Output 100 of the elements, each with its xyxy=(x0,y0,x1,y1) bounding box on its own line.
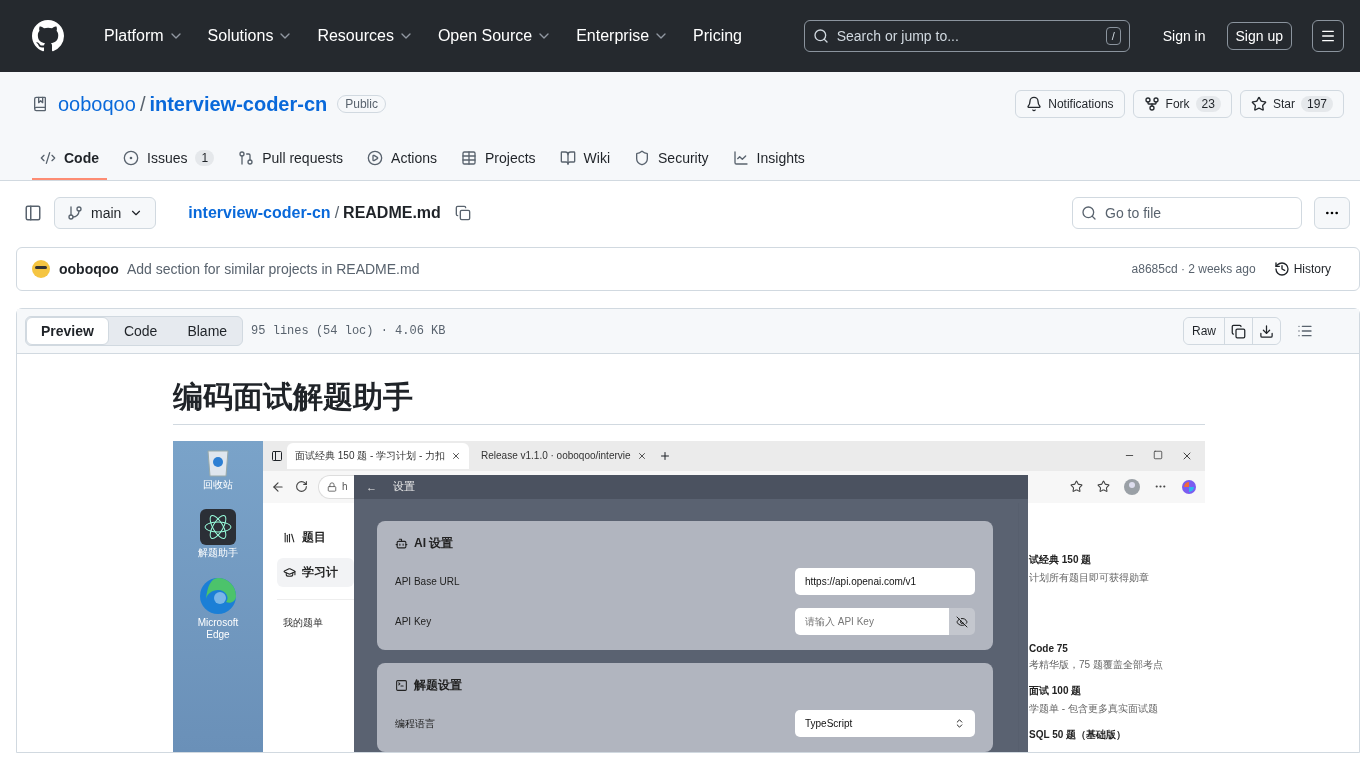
commit-message[interactable]: Add section for similar projects in README.md xyxy=(126,261,420,277)
side-panel-icon[interactable] xyxy=(24,204,42,222)
plan-title[interactable]: Code 75 xyxy=(1029,642,1205,654)
fork-icon xyxy=(1143,96,1160,112)
browser-tab[interactable]: Release v1.1.0 · ooboqoo/intervie xyxy=(473,442,655,469)
favorites-icon[interactable] xyxy=(1097,480,1110,493)
copy-icon xyxy=(1231,323,1246,339)
view-mode-tab[interactable]: Blame xyxy=(172,317,243,345)
search-icon xyxy=(1081,205,1097,221)
repo-tab[interactable]: Projects xyxy=(453,137,544,180)
sign-up-button[interactable]: Sign up xyxy=(1226,22,1292,50)
new-tab-icon[interactable] xyxy=(658,449,671,462)
close-icon[interactable] xyxy=(451,450,461,461)
avatar-icon xyxy=(31,259,51,279)
chevrons-icon xyxy=(954,718,965,729)
sign-in-link[interactable]: Sign in xyxy=(1153,22,1215,50)
copy-icon[interactable] xyxy=(454,205,471,221)
play-icon xyxy=(367,149,384,166)
download-icon xyxy=(1259,323,1274,339)
plan-description: 计划所有题目即可获得勋章 xyxy=(1029,570,1150,585)
select-field[interactable]: TypeScript xyxy=(795,710,975,737)
github-logo[interactable] xyxy=(32,20,64,52)
plan-title[interactable]: 试经典 150 题 xyxy=(1029,552,1205,567)
maximize-icon[interactable] xyxy=(1153,449,1163,460)
shield-icon xyxy=(634,149,651,166)
plan-title[interactable]: SQL 50 题（基础版） xyxy=(1029,727,1205,742)
code-icon xyxy=(40,149,56,166)
menu-button[interactable] xyxy=(1312,20,1344,52)
terminal-icon xyxy=(395,678,408,692)
nav-item[interactable]: Solutions xyxy=(199,21,302,51)
repo-tab[interactable]: Actions xyxy=(359,137,445,180)
repo-link[interactable]: interview-coder-cn xyxy=(188,204,331,222)
eye-off-icon xyxy=(956,615,968,628)
repo-link[interactable]: interview-coder-cn xyxy=(149,92,328,116)
plan-description: 学题单 - 包含更多真实面试题 xyxy=(1029,701,1159,716)
nav-item[interactable]: Open Source xyxy=(429,21,561,51)
desktop-icon-label: 解题助手 xyxy=(197,546,239,559)
input-field[interactable]: 请输入 API Key xyxy=(795,608,949,635)
repo-action-button[interactable]: Star 197 xyxy=(1239,90,1344,118)
pull-request-icon xyxy=(238,149,255,166)
nav-item[interactable]: Enterprise xyxy=(568,21,678,51)
readme-title: 编码面试解题助手 xyxy=(173,378,1205,425)
repo-tab[interactable]: Security xyxy=(626,137,717,180)
table-icon xyxy=(461,149,477,166)
lock-icon xyxy=(327,481,337,492)
history-link[interactable]: History xyxy=(1273,261,1331,277)
sidebar-item[interactable]: 学习计 xyxy=(277,557,354,587)
repo-tab[interactable]: Code xyxy=(32,137,107,180)
file-info: 95 lines (54 loc) · 4.06 KB xyxy=(251,324,446,338)
book-icon xyxy=(559,149,576,166)
author-link[interactable]: ooboqoo xyxy=(59,261,119,277)
nav-item[interactable]: Pricing xyxy=(685,21,750,51)
search-field[interactable]: Search or jump to... / xyxy=(803,20,1130,52)
commit-info: a8685cd · 2 weeks ago xyxy=(1131,262,1256,276)
view-mode-tab[interactable]: Preview xyxy=(26,317,109,345)
repo-tab[interactable]: Wiki xyxy=(551,137,619,180)
field-label: API Key xyxy=(395,616,432,627)
file-name: README.md xyxy=(343,204,441,222)
graduation-cap-icon xyxy=(283,565,296,579)
star-icon xyxy=(1250,96,1267,112)
repo-tab[interactable]: Insights xyxy=(724,137,813,180)
list-icon xyxy=(1297,323,1313,339)
back-arrow[interactable]: ← xyxy=(366,480,377,493)
nav-item[interactable]: Platform xyxy=(96,21,192,51)
reload-icon[interactable] xyxy=(295,480,308,493)
download-button[interactable] xyxy=(1252,318,1280,344)
owner-link[interactable]: ooboqoo xyxy=(58,92,136,116)
path-separator: / xyxy=(139,92,146,116)
plan-title[interactable]: 面试 100 题 xyxy=(1029,683,1205,698)
browser-tab[interactable]: 面试经典 150 题 - 学习计划 - 力扣 xyxy=(287,442,469,469)
repo-icon xyxy=(32,96,48,112)
tab-panel-icon[interactable] xyxy=(271,449,283,462)
section-title: AI 设置 xyxy=(414,534,454,552)
bell-icon xyxy=(1026,96,1043,112)
sidebar-item[interactable]: 题目 xyxy=(277,522,354,552)
address-bar[interactable]: h xyxy=(318,474,354,499)
repo-tab[interactable]: Issues 1 xyxy=(115,137,223,180)
plan-description: 考精华版，75 题覆盖全部考点 xyxy=(1029,657,1164,672)
robot-icon xyxy=(395,536,408,550)
history-icon xyxy=(1273,261,1290,277)
repo-tab[interactable]: Pull requests xyxy=(230,137,352,180)
close-icon[interactable] xyxy=(636,450,647,461)
desktop-icon-label: 回收站 xyxy=(202,478,234,491)
branch-button[interactable]: main xyxy=(54,197,157,229)
search-icon xyxy=(812,28,829,44)
field-label: 编程语言 xyxy=(395,716,435,731)
branch-icon xyxy=(67,205,83,221)
url-text: h xyxy=(342,481,348,492)
input-field[interactable]: https://api.openai.com/v1 xyxy=(795,568,975,595)
view-mode-tab[interactable]: Code xyxy=(108,317,173,345)
back-icon[interactable] xyxy=(271,479,285,494)
settings-title: 设置 xyxy=(393,479,415,494)
hide-password-button[interactable] xyxy=(949,608,975,635)
menu-icon xyxy=(1320,28,1336,44)
atom-app-icon[interactable] xyxy=(200,508,236,545)
nav-item[interactable]: Resources xyxy=(309,21,422,51)
repo-action-button[interactable]: Fork 23 xyxy=(1132,90,1232,118)
search-field[interactable]: Go to file xyxy=(1072,197,1302,229)
repo-action-button[interactable]: Notifications xyxy=(1015,90,1125,118)
favorite-icon[interactable] xyxy=(1070,480,1083,493)
